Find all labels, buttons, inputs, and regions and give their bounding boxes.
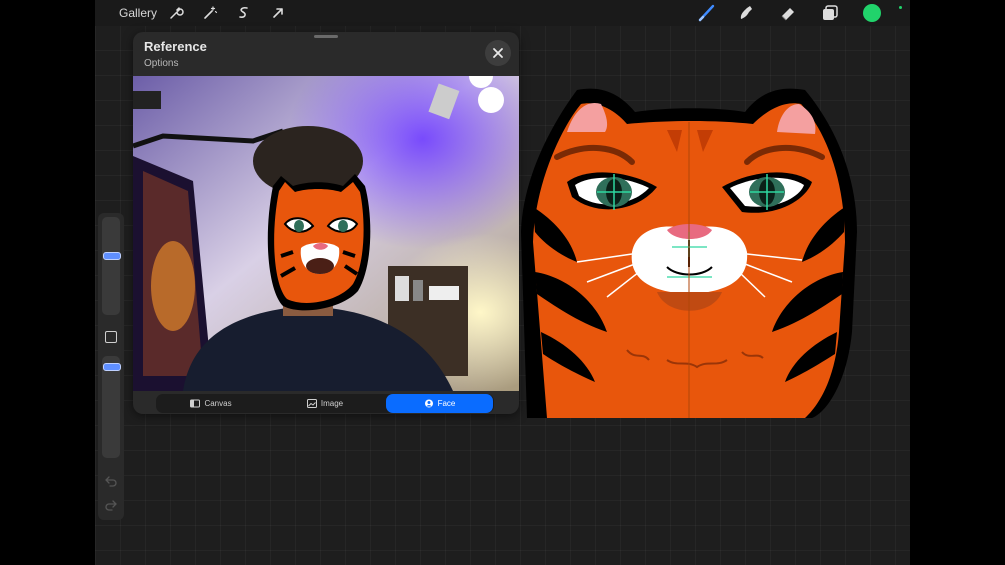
status-dot — [899, 6, 902, 9]
tab-canvas-label: Canvas — [204, 399, 232, 408]
gallery-button[interactable]: Gallery — [119, 6, 157, 20]
face-icon — [424, 399, 433, 408]
opacity-knob[interactable] — [103, 363, 121, 371]
wrench-icon[interactable] — [168, 5, 184, 21]
transform-arrow-icon[interactable] — [270, 5, 286, 21]
color-picker-swatch[interactable] — [863, 4, 881, 22]
layers-icon[interactable] — [820, 3, 840, 23]
procreate-screen: Gallery Reference Options Canvas Image F… — [95, 0, 910, 565]
reference-panel[interactable]: Reference Options Canvas Image Face — [133, 32, 519, 414]
left-sidebar — [98, 213, 124, 520]
top-toolbar: Gallery — [95, 0, 910, 26]
brush-size-slider[interactable] — [102, 217, 121, 315]
close-button[interactable] — [485, 40, 511, 66]
undo-icon[interactable] — [104, 474, 118, 487]
brush-icon[interactable] — [697, 3, 717, 23]
canvas-icon — [190, 399, 201, 408]
tab-face-label: Face — [437, 399, 456, 408]
brush-size-knob[interactable] — [103, 252, 121, 260]
selection-icon[interactable] — [236, 5, 252, 21]
magic-wand-icon[interactable] — [202, 5, 218, 21]
opacity-slider[interactable] — [102, 356, 121, 458]
image-icon — [306, 399, 317, 408]
redo-icon[interactable] — [104, 498, 118, 511]
panel-grabber[interactable] — [314, 35, 338, 38]
tab-image[interactable]: Image — [270, 394, 380, 413]
camera-face-preview — [133, 76, 519, 391]
close-icon — [493, 48, 503, 58]
smudge-icon[interactable] — [736, 3, 756, 23]
tab-image-label: Image — [320, 399, 344, 408]
reference-mode-segmented-control: Canvas Image Face — [156, 394, 494, 413]
tab-face[interactable]: Face — [386, 394, 493, 413]
reference-title: Reference — [144, 39, 207, 54]
options-button[interactable]: Options — [144, 58, 178, 69]
modify-button[interactable] — [105, 331, 117, 343]
canvas-tiger-artwork[interactable] — [517, 82, 862, 418]
tab-canvas[interactable]: Canvas — [156, 394, 266, 413]
eraser-icon[interactable] — [778, 3, 798, 23]
